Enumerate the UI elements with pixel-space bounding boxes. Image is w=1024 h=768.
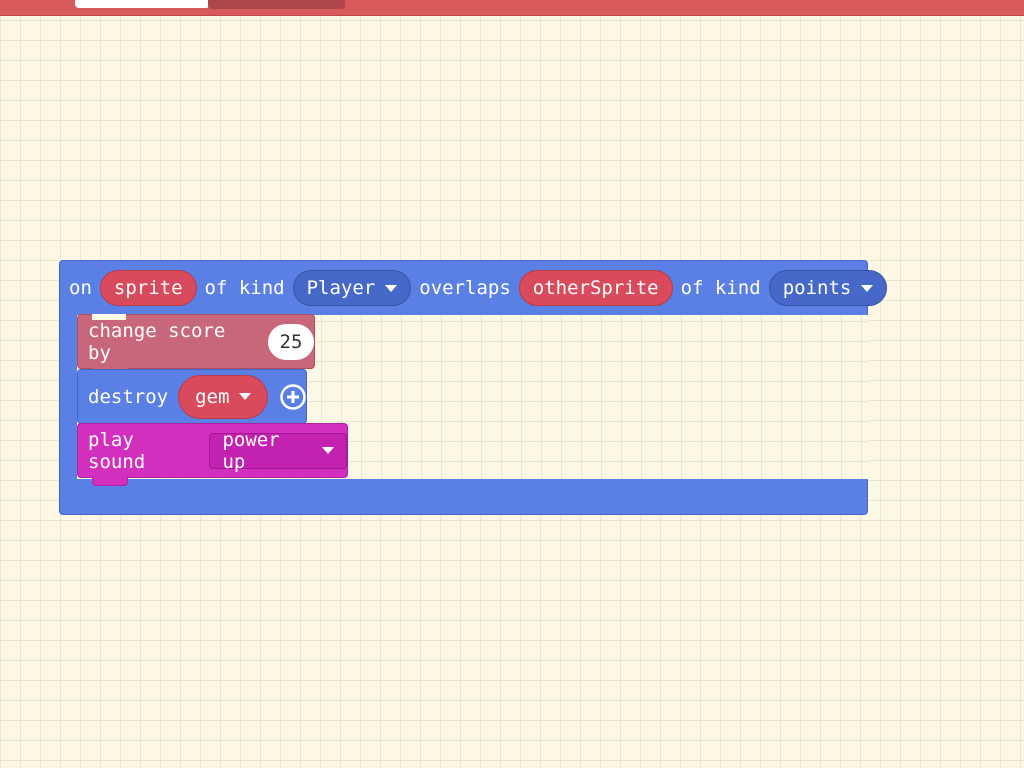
toolbar-tab-active[interactable] [75,0,210,8]
caret-down-icon [239,393,252,400]
of-kind-label-2: of kind [680,277,761,299]
kind-dropdown-1-value: Player [306,277,376,299]
sprite-variable-label: sprite [113,277,183,299]
play-sound-label: play sound [88,428,146,473]
kind-dropdown-1[interactable]: Player [292,270,412,306]
other-sprite-variable[interactable]: otherSprite [518,270,673,306]
kind-dropdown-2[interactable]: points [768,270,888,306]
block-tab [92,477,128,486]
event-block-header: on sprite of kind Player overlaps otherS… [60,261,895,315]
sprite-variable[interactable]: sprite [99,270,197,306]
score-value-input[interactable]: 25 [268,323,314,360]
gem-variable-label: gem [195,385,230,408]
change-score-label: change score by [88,319,226,364]
toolbar-tab[interactable] [208,0,345,9]
change-score-block[interactable]: change score by 25 [77,314,315,377]
sound-dropdown-value: power up [222,428,280,473]
top-toolbar [0,0,1024,16]
kind-dropdown-2-value: points [782,277,852,299]
other-sprite-variable-label: otherSprite [532,277,659,299]
caret-down-icon [385,284,398,292]
overlaps-label: overlaps [419,277,511,299]
caret-down-icon [322,447,334,454]
sound-dropdown[interactable]: power up [209,429,347,473]
destroy-block[interactable]: destroy gem [77,369,307,424]
destroy-label: destroy [88,385,169,408]
gem-variable-dropdown[interactable]: gem [178,374,269,419]
block-notch [92,314,126,320]
on-label: on [69,277,92,299]
caret-down-icon [861,284,874,292]
of-kind-label-1: of kind [204,277,285,299]
play-sound-block[interactable]: play sound power up [77,423,348,486]
plus-circle-icon[interactable] [280,383,307,410]
